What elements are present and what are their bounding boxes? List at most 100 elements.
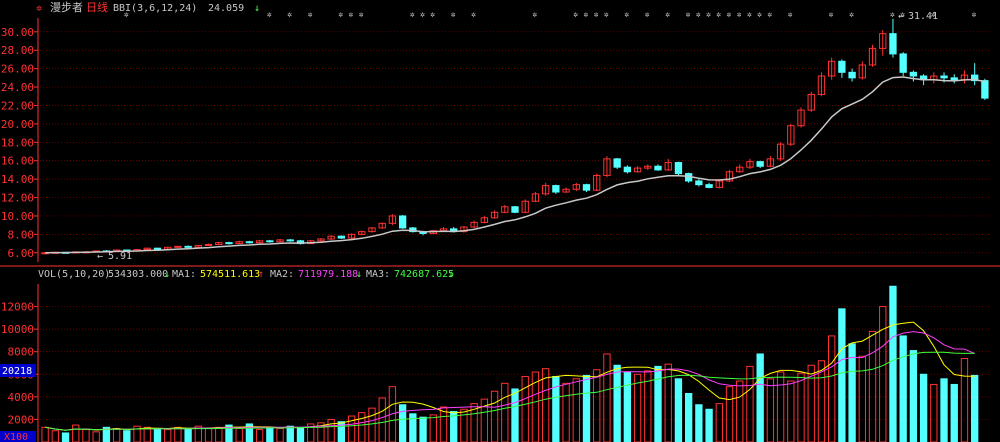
low-price-label: 5.91 (108, 251, 132, 262)
volume-bar-down (909, 350, 918, 442)
event-marker: ✲ (624, 10, 629, 19)
volume-bar-down (684, 392, 693, 442)
event-marker: ✲ (430, 10, 435, 19)
volume-bar-up (787, 380, 795, 442)
volume-bar-up (930, 383, 938, 442)
volume-bar-down (61, 432, 70, 442)
volume-bar-up (164, 429, 172, 442)
low-arrow: ← (97, 251, 103, 262)
event-marker: ✲ (737, 10, 742, 19)
candle-down (981, 80, 989, 99)
ma3-value: 742687.625 (394, 269, 454, 280)
volume-bar-down (705, 408, 713, 442)
price-tick-label: 20.00 (1, 118, 34, 131)
candle-down (950, 77, 958, 81)
event-marker: ✲ (665, 10, 670, 19)
gear-icon[interactable]: ✲ (36, 3, 42, 14)
ma3-label: MA3: (366, 269, 390, 280)
event-marker: ✲ (471, 10, 476, 19)
volume-bar-up (562, 382, 570, 442)
volume-bar-up (255, 429, 264, 442)
candle-down (756, 161, 764, 167)
volume-bar-up (82, 429, 90, 442)
volume-bars (41, 285, 979, 442)
event-marker: ✲ (451, 10, 456, 19)
candle-down (225, 242, 233, 245)
ma2-value: 711979.188 (298, 269, 358, 280)
volume-bar-up (51, 430, 59, 442)
volume-bar-up (501, 382, 509, 442)
vol-label: VOL(5,10,20) (38, 269, 110, 280)
volume-bar-up (215, 426, 223, 442)
bbi-line (45, 76, 986, 254)
price-tick-label: 6.00 (8, 247, 35, 260)
candle-down (184, 245, 192, 248)
volume-bar-down (940, 378, 948, 442)
volume-bar-up (490, 390, 499, 442)
event-marker: ✲ (972, 10, 977, 19)
volume-tick-label: 2000 (8, 413, 35, 426)
price-tick-label: 26.00 (1, 63, 34, 76)
candle-down (889, 33, 897, 55)
indicator-label: BBI(3,6,12,24) (113, 3, 197, 14)
price-tick-label: 22.00 (1, 99, 34, 112)
stock-chart: 6.00 8.00 10.00 12.00 14.00 16.00 18.00 20.00 22… (0, 0, 1000, 442)
volume-bar-up (327, 418, 335, 442)
event-marker: ✲ (267, 10, 272, 19)
volume-tick-label: 12000 (1, 301, 34, 314)
volume-bar-up (858, 355, 866, 442)
volume-bar-down (511, 388, 519, 442)
price-tick-label: 24.00 (1, 81, 34, 94)
event-marker: ✲ (706, 10, 711, 19)
price-tick-label: 14.00 (1, 173, 34, 186)
volume-bar-up (960, 357, 969, 442)
candle-up (174, 245, 182, 248)
candle-down (848, 71, 856, 79)
candle-down (266, 240, 274, 243)
volume-bar-down (674, 378, 683, 442)
price-grid (0, 18, 1000, 267)
volume-bar-up (235, 427, 243, 442)
ma1-value: 574511.613 (200, 269, 260, 280)
event-marker: ✲ (604, 10, 609, 19)
event-marker: ✲ (359, 10, 364, 19)
volume-bar-down (654, 365, 662, 442)
volume-bar-up (776, 371, 785, 442)
volume-bar-up (112, 427, 121, 442)
volume-bar-up (603, 353, 611, 442)
candle-down (899, 53, 907, 73)
ma1-arrow: ↑ (258, 269, 264, 280)
volume-bar-down (889, 285, 897, 442)
volume-bar-down (266, 426, 274, 442)
volume-bar-up (72, 424, 80, 442)
volume-bar-down (153, 427, 162, 442)
volume-bar-down (899, 335, 907, 442)
event-marker: ✲ (594, 10, 599, 19)
volume-bar-up (92, 431, 100, 442)
price-tick-label: 8.00 (8, 228, 35, 241)
event-marker: ✲ (410, 10, 415, 19)
price-tick-label: 12.00 (1, 192, 34, 205)
volume-bar-down (838, 308, 846, 442)
event-marker: ✲ (584, 10, 589, 19)
vol-value: 534303.000 (108, 269, 168, 280)
volume-bar-down (756, 353, 764, 442)
volume-bar-up (725, 386, 734, 442)
period-label[interactable]: 日线 (86, 0, 108, 14)
volume-tick-label: 4000 (8, 391, 35, 404)
volume-bar-up (736, 380, 744, 442)
candle-down (695, 180, 703, 186)
volume-bar-down (919, 373, 928, 442)
volume-tick-label: 10000 (1, 323, 34, 336)
volume-bar-down (582, 374, 591, 442)
event-marker: ✲ (532, 10, 537, 19)
candle-down (623, 166, 632, 173)
volume-bar-down (695, 404, 703, 442)
candle-down (511, 206, 519, 213)
candle-down (337, 235, 346, 239)
event-marker: ✲ (696, 10, 701, 19)
ma2-label: MA2: (270, 269, 294, 280)
price-tick-label: 28.00 (1, 44, 34, 57)
event-marker: ✲ (686, 10, 691, 19)
candle-down (613, 158, 621, 168)
